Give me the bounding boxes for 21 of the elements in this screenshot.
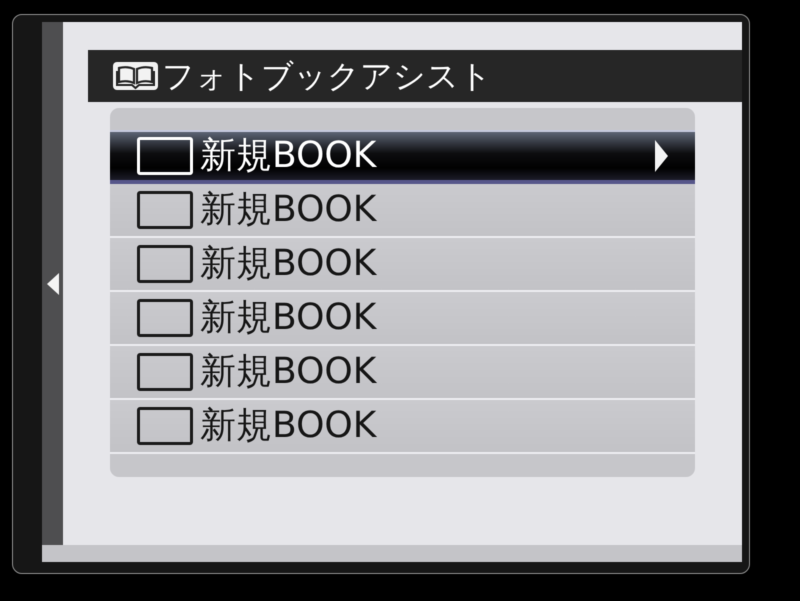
list-item[interactable]: 新規BOOK: [110, 184, 695, 238]
book-label: 新規BOOK: [200, 192, 376, 228]
checkbox[interactable]: [137, 407, 193, 445]
checkbox[interactable]: [137, 191, 193, 229]
book-label: 新規BOOK: [200, 246, 376, 282]
list-item[interactable]: 新規BOOK: [110, 130, 695, 184]
list-item[interactable]: 新規BOOK: [110, 238, 695, 292]
checkbox[interactable]: [137, 245, 193, 283]
book-label: 新規BOOK: [200, 300, 376, 336]
book-label: 新規BOOK: [200, 138, 376, 174]
right-arrow-icon[interactable]: [655, 140, 668, 172]
list-item[interactable]: 新規BOOK: [110, 292, 695, 346]
list-item[interactable]: 新規BOOK: [110, 346, 695, 400]
book-label: 新規BOOK: [200, 408, 376, 444]
book-label: 新規BOOK: [200, 354, 376, 390]
left-arrow-icon[interactable]: [46, 272, 58, 294]
checkbox[interactable]: [137, 353, 193, 391]
checkbox[interactable]: [137, 299, 193, 337]
book-icon: [113, 62, 158, 90]
menu-title: フォトブックアシスト: [162, 60, 492, 92]
list-item[interactable]: 新規BOOK: [110, 400, 695, 454]
